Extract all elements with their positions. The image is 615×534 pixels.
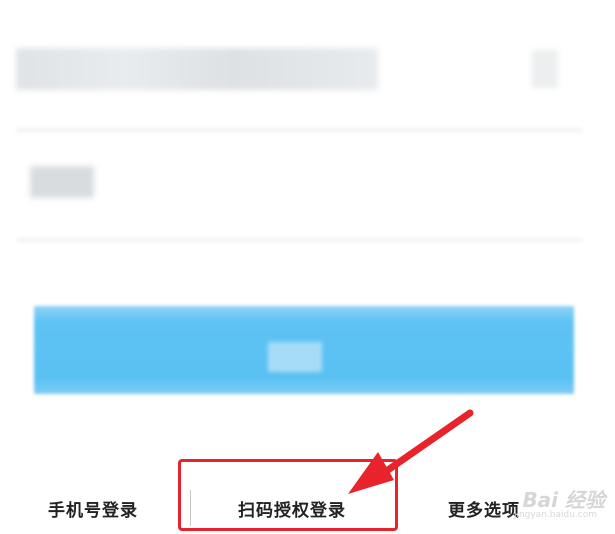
watermark-sub: jingyan.baidu.com: [513, 510, 597, 520]
red-arrow-icon: [348, 409, 474, 494]
watermark: Bai 经验: [522, 488, 605, 512]
